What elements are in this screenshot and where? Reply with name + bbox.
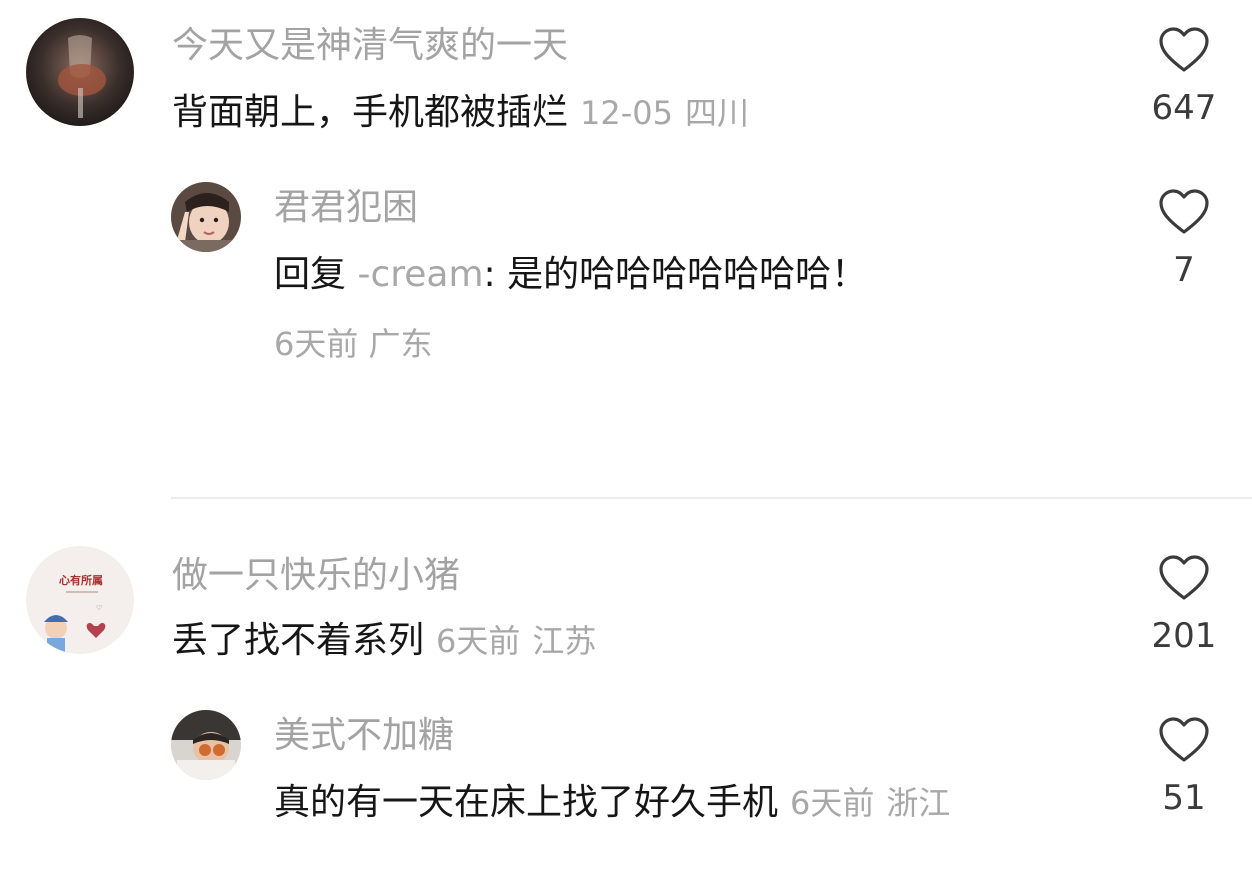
reply-location: 浙江	[886, 784, 951, 822]
comment-text: 背面朝上，手机都被插烂	[172, 92, 569, 133]
reply-target-username[interactable]: -cream	[357, 254, 483, 295]
comment-item: 今天又是神清气爽的一天 背面朝上，手机都被插烂 12-05 四川 647	[0, 0, 1252, 160]
heart-outline-icon	[1159, 189, 1209, 234]
reply-text: : 是的哈哈哈哈哈哈哈！	[483, 254, 868, 295]
avatar[interactable]	[171, 182, 241, 252]
svg-text:♡: ♡	[96, 604, 102, 612]
like-count: 647	[1151, 88, 1217, 128]
comment-text: 丢了找不着系列	[172, 620, 425, 661]
reply-text-line[interactable]: 真的有一天在床上找了好久手机 6天前 浙江	[274, 780, 950, 826]
comment-location: 四川	[685, 94, 750, 132]
reply-date: 6天前	[790, 784, 875, 822]
like-button[interactable]: 647	[1144, 26, 1224, 128]
like-count: 201	[1151, 616, 1217, 656]
reply-text-line[interactable]: 回复 -cream: 是的哈哈哈哈哈哈哈！	[274, 252, 867, 298]
reply-date: 6天前	[274, 325, 359, 363]
like-count: 7	[1173, 250, 1195, 290]
comment-item: 心有所属 ♡ 做一只快乐的小猪 丢了找不着系列 6天前 江苏 201	[0, 530, 1252, 690]
comment-username[interactable]: 做一只快乐的小猪	[172, 554, 460, 598]
like-button[interactable]: 7	[1144, 188, 1224, 290]
reply-meta: 6天前 广东	[274, 324, 433, 364]
like-count: 51	[1162, 778, 1206, 818]
comment-date: 6天前	[436, 622, 521, 660]
comment-text-line[interactable]: 背面朝上，手机都被插烂 12-05 四川	[172, 90, 749, 136]
reply-location: 广东	[368, 325, 433, 363]
reply-username[interactable]: 君君犯困	[274, 186, 418, 230]
heart-outline-icon	[1159, 555, 1209, 600]
divider	[171, 497, 1252, 499]
comment-date: 12-05	[580, 94, 673, 132]
avatar[interactable]	[26, 18, 134, 126]
avatar-text: 心有所属	[59, 573, 103, 587]
comment-username[interactable]: 今天又是神清气爽的一天	[172, 24, 568, 68]
comment-text-line[interactable]: 丢了找不着系列 6天前 江苏	[172, 618, 596, 664]
heart-outline-icon	[1159, 27, 1209, 72]
reply-username[interactable]: 美式不加糖	[274, 714, 454, 758]
like-button[interactable]: 51	[1144, 716, 1224, 818]
reply-item: 美式不加糖 真的有一天在床上找了好久手机 6天前 浙江 51	[0, 690, 1252, 896]
like-button[interactable]: 201	[1144, 554, 1224, 656]
reply-text: 真的有一天在床上找了好久手机	[274, 782, 779, 823]
avatar[interactable]	[171, 710, 241, 780]
comment-location: 江苏	[532, 622, 597, 660]
avatar[interactable]: 心有所属 ♡	[26, 546, 134, 654]
reply-prefix: 回复	[274, 254, 347, 295]
heart-outline-icon	[1159, 717, 1209, 762]
reply-item: 君君犯困 回复 -cream: 是的哈哈哈哈哈哈哈！ 6天前 广东 7	[0, 160, 1252, 400]
